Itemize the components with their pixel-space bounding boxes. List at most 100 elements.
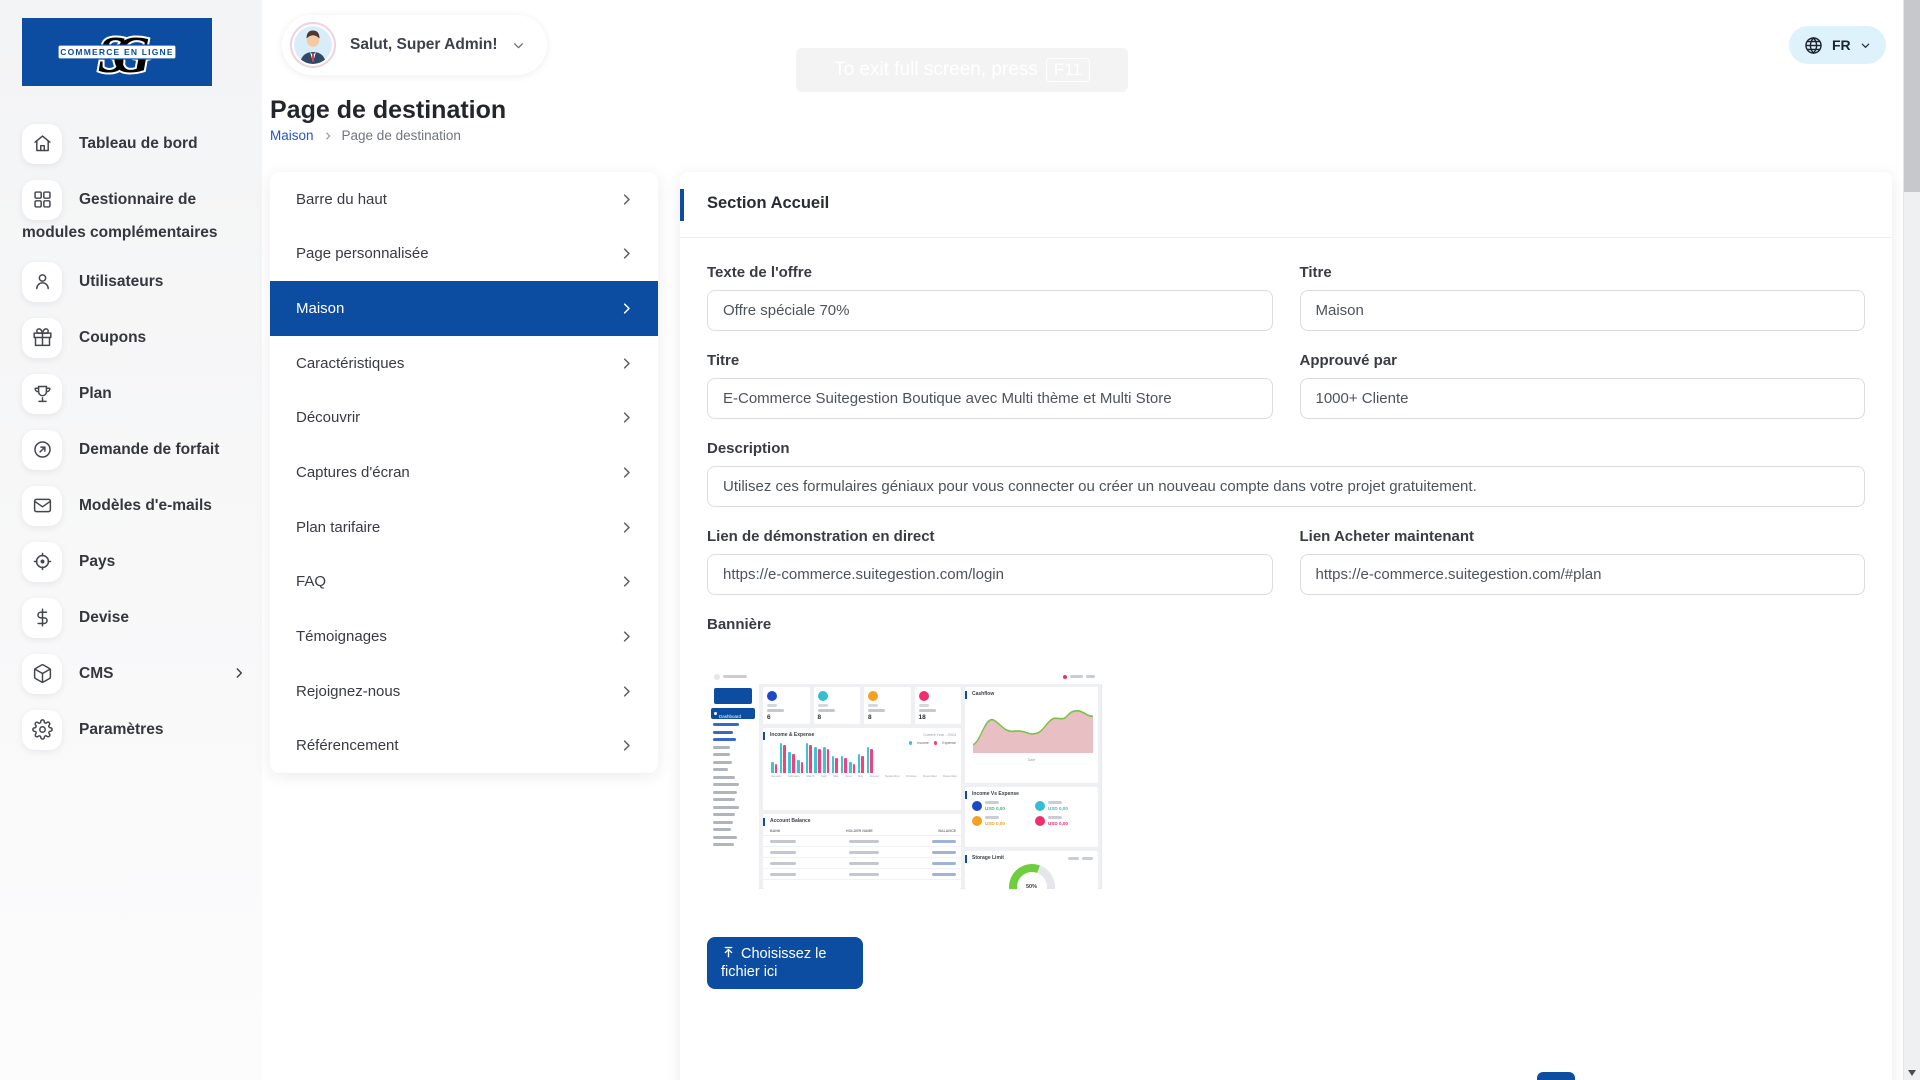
submenu-item-captures-d-ecran[interactable]: Captures d'écran [270, 445, 658, 500]
banner-art [713, 746, 755, 749]
banner-art-bar [783, 745, 786, 773]
sidebar-item-devise[interactable]: Devise [0, 598, 262, 638]
banner-art [713, 821, 755, 824]
sidebar-item-utilisateurs[interactable]: Utilisateurs [0, 262, 262, 302]
banner-art-month: April [821, 774, 827, 778]
brand-logo[interactable]: SG COMMERCE EN LIGNE [22, 18, 212, 86]
chevron-right-icon [619, 410, 634, 425]
submenu-item-page-personnalisee[interactable]: Page personnalisée [270, 227, 658, 282]
sidebar-item-demande-de-forfait[interactable]: Demande de forfait [0, 430, 262, 470]
banner-art-bar [814, 747, 817, 773]
sidebar-item-modeles-d-e-mails[interactable]: Modèles d'e-mails [0, 486, 262, 526]
banner-art-area-chart [965, 699, 1098, 758]
banner-art-bar [797, 760, 800, 773]
sidebar-item-coupons[interactable]: Coupons [0, 318, 262, 358]
target-icon [22, 542, 62, 582]
banner-art-bar [1082, 857, 1093, 860]
banner-art-bar [868, 704, 878, 707]
breadcrumb-link-maison[interactable]: Maison [270, 128, 314, 143]
banner-art-bar [1070, 675, 1083, 678]
choose-file-button[interactable]: Choisissez le fichier ici [707, 937, 863, 989]
sidebar-item-gestionnaire-de-modules-complementaires[interactable]: Gestionnaire de modules complémentaires [0, 180, 262, 246]
submit-button-partially-visible[interactable] [1537, 1072, 1575, 1080]
globe-icon [1804, 36, 1823, 55]
sidebar-item-tableau-de-bord[interactable]: Tableau de bord [0, 124, 262, 164]
description-input[interactable] [707, 466, 1865, 507]
approved-by-input[interactable] [1300, 378, 1866, 419]
banner-art-bar-group [788, 752, 794, 774]
banner-art-bar [775, 764, 778, 773]
banner-art-bar [713, 731, 733, 734]
sidebar-nav: Tableau de bord Gestionnaire de modules c… [0, 124, 262, 766]
offer-text-input[interactable] [707, 290, 1273, 331]
banner-art-bar-group [832, 756, 838, 773]
banner-art [763, 732, 765, 740]
banner-art-bar [861, 756, 864, 773]
field-approved-by: Approuvé par [1300, 352, 1866, 419]
demo-link-input[interactable] [707, 554, 1273, 595]
scrollbar-down-arrow-icon[interactable] [1908, 1070, 1916, 1076]
breadcrumb: Maison Page de destination [270, 128, 461, 143]
banner-art-bar [723, 675, 747, 678]
scrollbar-thumb[interactable] [1904, 0, 1920, 192]
banner-art [713, 798, 755, 801]
sidebar-item-parametres[interactable]: Paramètres [0, 710, 262, 750]
submenu-item-decouvrir[interactable]: Découvrir [270, 391, 658, 446]
language-selector[interactable]: FR [1789, 26, 1886, 64]
submenu-item-rejoignez-nous[interactable]: Rejoignez-nous [270, 664, 658, 719]
banner-art-ive-value: USD 0,00 [1048, 806, 1068, 811]
submenu-item-maison[interactable]: Maison [270, 281, 658, 336]
banner-art-bar [713, 843, 734, 846]
sidebar-item-cms[interactable]: CMS [0, 654, 262, 694]
banner-art-bar-group [814, 747, 820, 773]
submenu-item-temoignages[interactable]: Témoignages [270, 609, 658, 664]
banner-art-ive-text: USD 0,00 [985, 816, 1005, 826]
sidebar-item-label: Pays [79, 553, 115, 570]
banner-art-income-expense-card: Income & ExpenseCurrent Year - 2024Incom… [763, 728, 961, 810]
sidebar-item-pays[interactable]: Pays [0, 542, 262, 582]
banner-art [713, 776, 755, 779]
banner-art-table-row [763, 847, 961, 858]
description-label: Description [707, 440, 1865, 457]
banner-art-bar [919, 709, 936, 712]
banner-art-bar [858, 754, 861, 773]
sidebar-item-label: CMS [79, 665, 113, 682]
banner-art-bar-group [780, 743, 786, 773]
banner-art [713, 843, 755, 846]
banner-art-bar [932, 873, 956, 876]
chevron-right-icon [619, 684, 634, 699]
approved-by-label: Approuvé par [1300, 352, 1866, 369]
submenu-item-label: Témoignages [296, 628, 387, 645]
avatar [290, 22, 336, 68]
section-title: Section Accueil [707, 194, 829, 213]
banner-art-card-title: Storage Limit [972, 855, 1004, 861]
section-accent-bar [680, 189, 684, 221]
banner-art-legend-dot [909, 741, 913, 745]
submenu-item-referencement[interactable]: Référencement [270, 718, 658, 773]
submenu-item-label: Découvrir [296, 409, 360, 426]
banner-art-bar [867, 747, 870, 773]
banner-art-bar [827, 749, 830, 773]
banner-art-sidebar: Dashboard [707, 684, 759, 889]
buy-link-input[interactable] [1300, 554, 1866, 595]
gear-icon [22, 710, 62, 750]
form-card-header: Section Accueil [680, 172, 1892, 238]
banner-art-bar [770, 840, 796, 843]
banner-art-bar-group [823, 747, 829, 773]
banner-art-bar [919, 704, 929, 707]
title-main-input[interactable] [707, 378, 1273, 419]
page-title: Page de destination [270, 96, 506, 125]
submenu-item-caracteristiques[interactable]: Caractéristiques [270, 336, 658, 391]
banner-art-cashflow-card: Cashflow Date [965, 687, 1098, 783]
submenu-item-plan-tarifaire[interactable]: Plan tarifaire [270, 500, 658, 555]
title-small-input[interactable] [1300, 290, 1866, 331]
dollar-icon [22, 598, 62, 638]
submenu-item-faq[interactable]: FAQ [270, 554, 658, 609]
submenu-item-barre-du-haut[interactable]: Barre du haut [270, 172, 658, 227]
banner-art-storage-head: Storage Limit [965, 851, 1098, 861]
vertical-scrollbar[interactable] [1903, 0, 1920, 1080]
banner-art-main: 68818Income & ExpenseCurrent Year - 2024… [763, 687, 1102, 889]
user-menu-button[interactable]: Salut, Super Admin! [282, 15, 547, 75]
sidebar-item-plan[interactable]: Plan [0, 374, 262, 414]
sidebar-item-label: Plan [79, 385, 112, 402]
